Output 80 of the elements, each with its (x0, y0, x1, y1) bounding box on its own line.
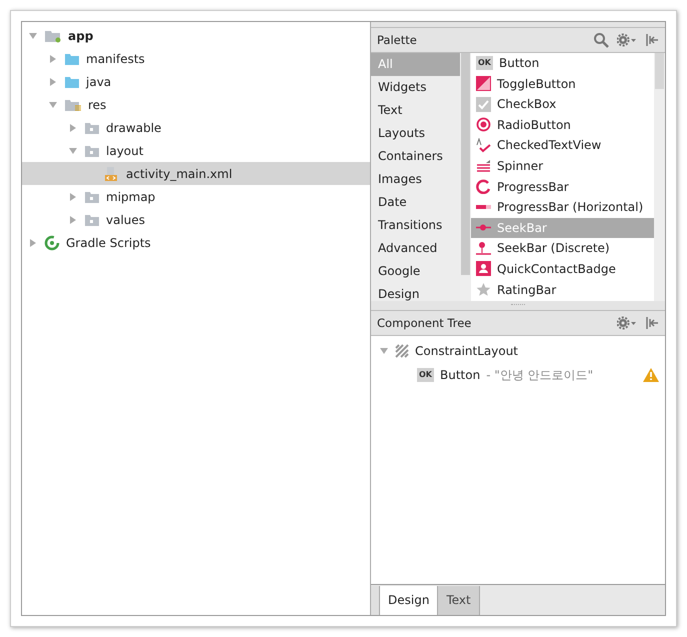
category-item[interactable]: Containers (371, 145, 460, 168)
toggle-icon (476, 76, 491, 92)
folder-icon (84, 190, 100, 204)
category-item[interactable]: Images (371, 168, 460, 191)
resource-folder-icon (64, 98, 82, 112)
collapse-arrow-icon[interactable] (48, 100, 58, 110)
discrete-slider-icon (476, 240, 491, 256)
component-item[interactable]: ConstraintLayout (415, 344, 518, 358)
palette-item[interactable]: QuickContactBadge (497, 262, 616, 276)
pin-icon[interactable] (645, 33, 659, 47)
pin-icon[interactable] (645, 316, 659, 330)
splitter-grip (511, 304, 525, 307)
palette-item[interactable]: Button (499, 56, 540, 70)
scrollbar-thumb[interactable] (655, 53, 664, 89)
palette-item[interactable]: CheckedTextView (497, 138, 602, 152)
palette-item[interactable]: SeekBar (Discrete) (497, 241, 610, 256)
tree-item[interactable]: activity_main.xml (126, 166, 232, 180)
warning-icon[interactable] (643, 368, 659, 382)
settings-icon[interactable] (617, 33, 637, 47)
module-folder-icon (44, 28, 62, 42)
category-item[interactable]: Google (371, 260, 460, 283)
category-item[interactable]: Layouts (371, 122, 460, 145)
panel-title: Component Tree (377, 316, 472, 330)
contact-badge-icon (476, 261, 491, 276)
search-icon[interactable] (593, 32, 609, 48)
ok-button-icon: OK (417, 368, 434, 382)
collapse-arrow-icon[interactable] (379, 346, 389, 356)
panel-title: Palette (377, 33, 417, 47)
tree-item[interactable]: manifests (86, 52, 145, 66)
tree-item[interactable]: Gradle Scripts (66, 236, 151, 250)
tree-item[interactable]: drawable (106, 120, 162, 134)
component-text: - "안녕 안드로이드" (486, 366, 594, 384)
expand-arrow-icon[interactable] (68, 214, 78, 224)
category-item[interactable]: Date (371, 191, 460, 214)
tree-item[interactable]: app (68, 28, 94, 42)
component-item[interactable]: Button (440, 368, 480, 382)
tab[interactable]: Design (380, 586, 438, 615)
scrollbar-thumb[interactable] (461, 53, 470, 275)
palette-item[interactable]: Spinner (497, 158, 544, 173)
category-item[interactable]: Widgets (371, 76, 460, 99)
palette-item[interactable]: RatingBar (497, 282, 556, 297)
expand-arrow-icon[interactable] (48, 76, 58, 86)
progress-ring-icon (476, 179, 491, 194)
spinner-icon (476, 158, 491, 174)
tree-item[interactable]: values (106, 212, 146, 226)
ok-button-icon: OK (476, 56, 493, 70)
folder-icon (84, 144, 100, 158)
expand-arrow-icon[interactable] (68, 192, 78, 202)
checkbox-icon (476, 96, 491, 112)
settings-icon[interactable] (617, 316, 637, 330)
hatched-layout-icon (395, 344, 409, 358)
folder-icon (84, 212, 100, 226)
tree-item[interactable]: java (86, 74, 112, 88)
folder-icon (64, 52, 80, 66)
palette-item[interactable]: ToggleButton (497, 76, 576, 91)
tree-item[interactable]: mipmap (106, 190, 156, 204)
collapse-arrow-icon[interactable] (68, 146, 78, 156)
tree-item[interactable]: layout (106, 144, 144, 158)
xml-file-icon (104, 166, 120, 182)
category-item[interactable]: Text (371, 99, 460, 122)
tab[interactable]: Text (438, 586, 480, 615)
palette-item[interactable]: ProgressBar (497, 180, 569, 194)
progress-bar-icon (476, 205, 491, 210)
radio-button-icon (476, 117, 491, 132)
palette-item[interactable]: CheckBox (497, 97, 556, 112)
expand-arrow-icon[interactable] (48, 54, 58, 64)
category-item[interactable]: Design (371, 283, 460, 301)
collapse-arrow-icon[interactable] (28, 30, 38, 40)
category-item[interactable]: Transitions (371, 214, 460, 237)
folder-icon (84, 120, 100, 134)
gradle-icon (44, 234, 60, 250)
checked-text-icon (476, 138, 491, 153)
star-icon (476, 282, 491, 298)
expand-arrow-icon[interactable] (68, 122, 78, 132)
palette-item[interactable]: RadioButton (497, 118, 571, 132)
expand-arrow-icon[interactable] (28, 238, 38, 248)
category-item[interactable]: Advanced (371, 237, 460, 260)
palette-item[interactable]: ProgressBar (Horizontal) (497, 200, 644, 214)
tree-item[interactable]: res (88, 98, 106, 112)
folder-icon (64, 74, 80, 88)
